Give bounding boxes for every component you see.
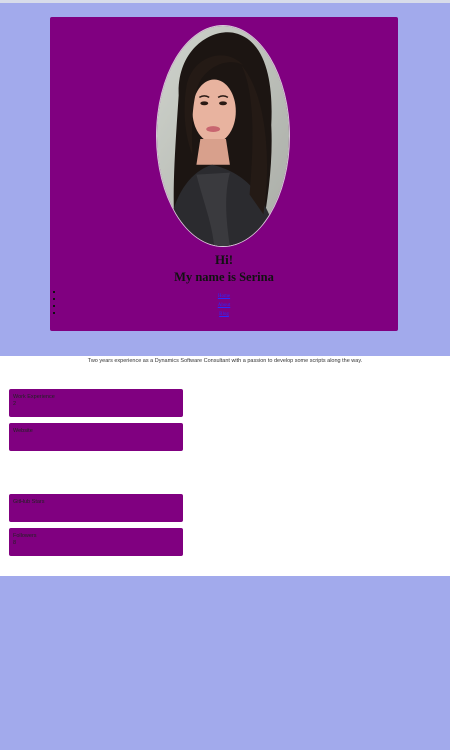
greeting-heading: Hi! xyxy=(214,252,234,267)
profile-card: Hi! My name is Serina Home About Blog xyxy=(50,17,398,331)
info-card-followers: Followers 8 xyxy=(9,528,183,556)
info-card-label: GitHub Stars xyxy=(13,499,45,505)
info-card-website: Website xyxy=(9,423,183,451)
profile-photo xyxy=(156,25,290,247)
bullet-dot xyxy=(53,305,55,307)
info-card-github-stars: GitHub Stars xyxy=(9,494,183,522)
browser-top-strip xyxy=(0,0,450,3)
bullet-dot xyxy=(53,312,55,314)
info-card-value: 2 xyxy=(13,401,17,407)
bullet-dot xyxy=(53,291,55,293)
info-card-work-experience: Work Experience 2 xyxy=(9,389,183,417)
name-heading: My name is Serina xyxy=(174,270,274,284)
link-home[interactable]: Home xyxy=(50,292,398,301)
bullet-dot xyxy=(53,298,55,300)
link-about[interactable]: About xyxy=(50,301,398,310)
link-blog[interactable]: Blog xyxy=(50,310,398,319)
content-section: Two years experience as a Dynamics Softw… xyxy=(0,356,450,576)
info-card-label: Website xyxy=(13,428,33,434)
list-bullets xyxy=(53,291,57,319)
info-card-value: 8 xyxy=(13,540,17,546)
profile-links: Home About Blog xyxy=(50,292,398,319)
intro-text: Two years experience as a Dynamics Softw… xyxy=(87,358,363,364)
